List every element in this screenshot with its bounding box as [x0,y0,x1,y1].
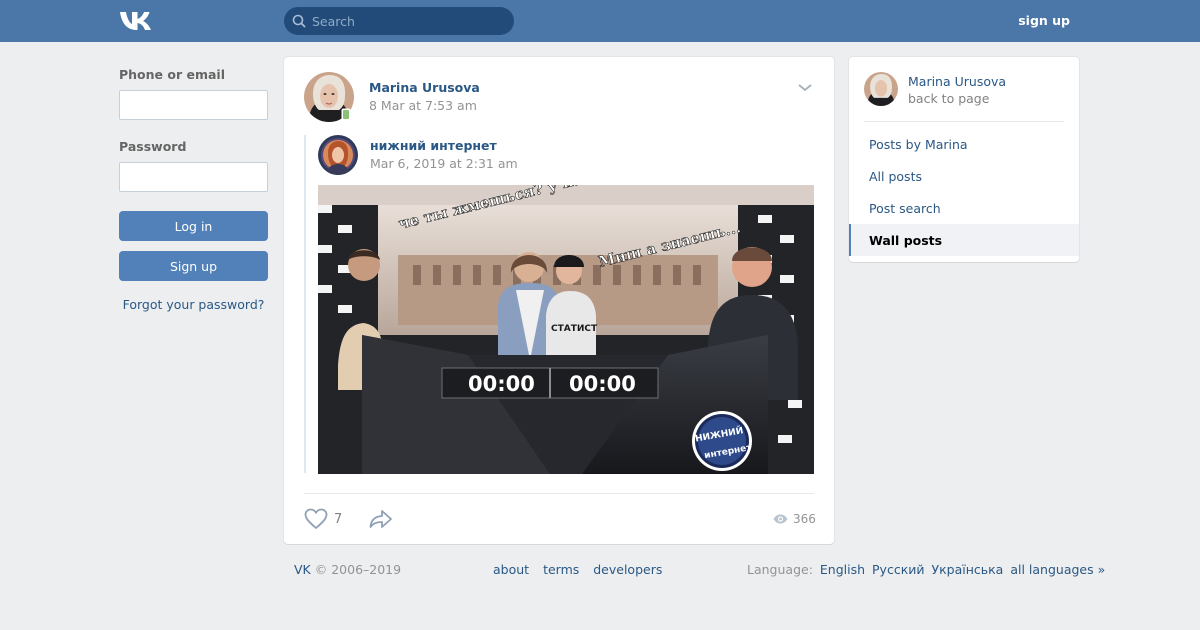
shirt-text: СТАТИСТ [551,324,598,334]
sidebar-divider [864,121,1064,122]
password-input[interactable] [119,162,268,192]
timer-right: 00:00 [569,372,636,396]
heart-icon[interactable] [304,508,328,530]
repost-line [304,135,306,473]
sidebar-item-all-posts[interactable]: All posts [849,160,1079,192]
all-languages-link[interactable]: all languages » [1010,562,1105,577]
eye-icon [773,514,788,524]
footer-links: about terms developers [493,562,662,577]
timer-left: 00:00 [468,372,535,396]
view-count: 366 [793,512,816,526]
login-form: Phone or email Password Log in Sign up F… [119,67,268,312]
top-bar: sign up [0,0,1200,42]
post-photo[interactable]: СТАТИСТ 00:00 00:00 че ты жмешься? у нас… [318,185,814,474]
sidebar-name[interactable]: Marina Urusova [908,74,1006,89]
chevron-down-icon[interactable] [797,83,813,93]
search-box[interactable] [284,7,514,35]
back-to-page-link[interactable]: back to page [908,91,989,106]
phone-label: Phone or email [119,67,225,82]
repost-avatar[interactable] [318,135,358,175]
footer-brand-link[interactable]: VK [294,562,311,577]
profile-sidebar: Marina Urusova back to page Posts by Mar… [849,57,1079,262]
like-count[interactable]: 7 [334,512,342,527]
sidebar-item-posts-by-marina[interactable]: Posts by Marina [849,128,1079,160]
footer-developers-link[interactable]: developers [593,562,662,577]
language-russian-link[interactable]: Русский [872,562,924,577]
forgot-password-link[interactable]: Forgot your password? [119,297,268,312]
login-button[interactable]: Log in [119,211,268,241]
share-icon[interactable] [369,509,393,529]
footer-terms-link[interactable]: terms [543,562,579,577]
sidebar-item-wall-posts[interactable]: Wall posts [849,224,1079,256]
post-divider [304,493,814,494]
signup-link[interactable]: sign up [1018,13,1070,28]
language-english-link[interactable]: English [820,562,865,577]
wall-post: Marina Urusova 8 Mar at 7:53 am нижний и… [284,57,834,544]
repost-author-name[interactable]: нижний интернет [370,138,497,153]
search-icon [292,14,306,28]
post-author-name[interactable]: Marina Urusova [369,80,480,95]
post-date[interactable]: 8 Mar at 7:53 am [369,98,477,113]
language-label: Language: [747,562,813,577]
sidebar-item-post-search[interactable]: Post search [849,192,1079,224]
vk-logo[interactable] [119,10,153,31]
mobile-online-icon [341,108,351,121]
footer-about-link[interactable]: about [493,562,529,577]
repost-date[interactable]: Mar 6, 2019 at 2:31 am [370,156,518,171]
sidebar-avatar[interactable] [864,72,898,106]
search-input[interactable] [312,13,502,29]
footer-copyright: VK © 2006–2019 [294,562,401,577]
signup-button[interactable]: Sign up [119,251,268,281]
password-label: Password [119,139,187,154]
copyright-text: © 2006–2019 [314,562,402,577]
phone-input[interactable] [119,90,268,120]
language-ukrainian-link[interactable]: Українська [931,562,1003,577]
footer-languages: Language: English Русский Українська all… [747,562,1105,577]
